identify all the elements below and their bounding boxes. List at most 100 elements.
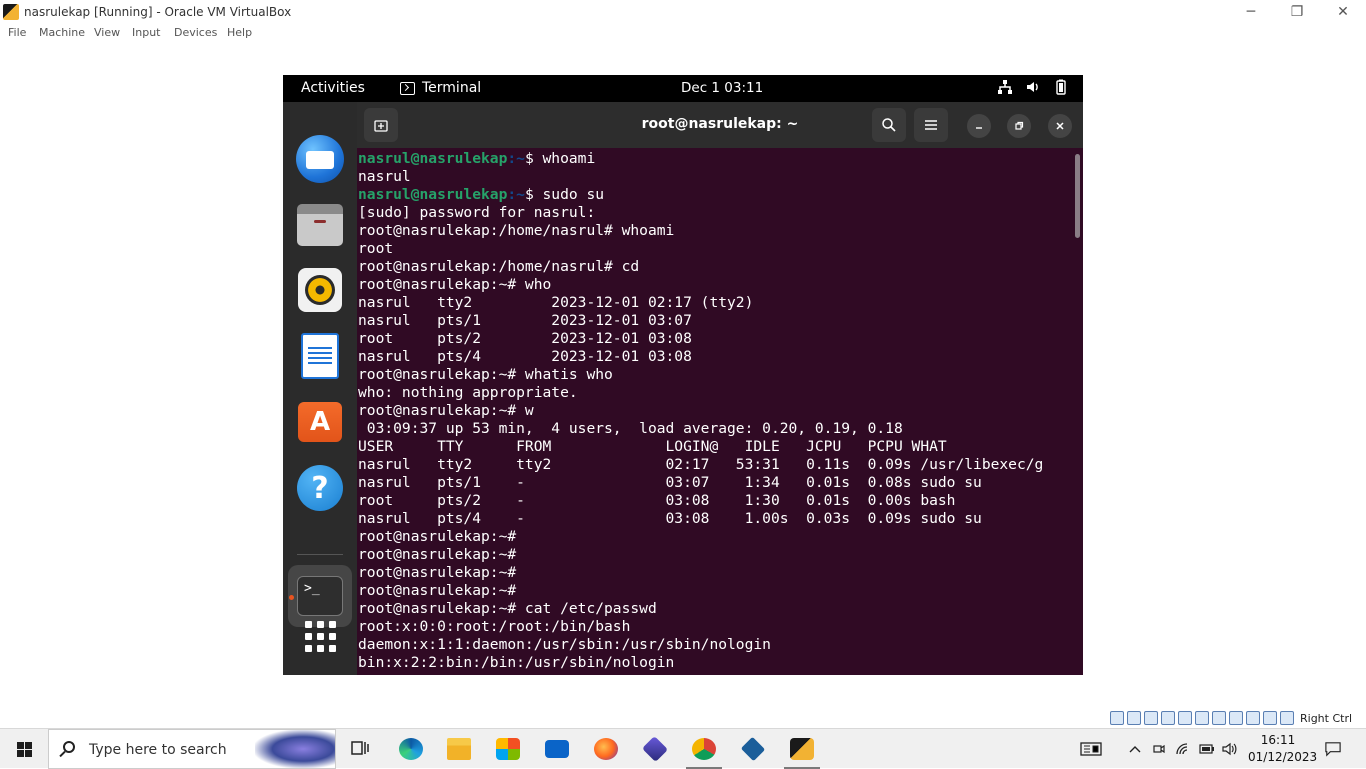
volume-icon[interactable] xyxy=(1222,741,1238,757)
terminal-line: USER TTY FROM LOGIN@ IDLE JCPU PCPU WHAT xyxy=(358,438,947,455)
dock-item-writer[interactable] xyxy=(295,331,345,381)
restore-button[interactable]: ❐ xyxy=(1274,0,1320,24)
news-widget-icon[interactable] xyxy=(1080,741,1102,757)
clock-time: 16:11 xyxy=(1260,733,1296,747)
terminal-line: nasrul tty2 tty2 02:17 53:31 0.11s 0.09s… xyxy=(358,456,1044,473)
dock-item-rhythmbox[interactable] xyxy=(295,265,345,315)
dock-item-thunderbird[interactable] xyxy=(295,134,345,184)
taskbar-clock[interactable]: 16:11 01/12/2023 xyxy=(1248,732,1317,766)
cpu-icon[interactable] xyxy=(1246,711,1260,725)
taskbar-edge[interactable] xyxy=(387,729,435,769)
minimize-icon xyxy=(976,127,982,129)
command-text: $ whoami xyxy=(524,150,596,167)
guest-additions-icon[interactable] xyxy=(1263,711,1277,725)
virtualbox-vm-icon xyxy=(790,738,814,760)
hamburger-icon xyxy=(925,120,937,130)
recording-icon[interactable] xyxy=(1229,711,1243,725)
terminal-line: 03:09:37 up 53 min, 4 users, load averag… xyxy=(358,420,903,437)
battery-icon[interactable] xyxy=(1199,741,1215,757)
prompt-path: :~ xyxy=(507,186,525,203)
terminal-minimize-button[interactable] xyxy=(967,114,991,138)
terminal-line: nasrul xyxy=(358,168,411,185)
menu-help[interactable]: Help xyxy=(227,26,252,39)
clock[interactable]: Dec 1 03:11 xyxy=(681,80,763,96)
prompt-user-host: nasrul@nasrulekap xyxy=(358,186,508,203)
terminal-line: root@nasrulekap:~# xyxy=(358,564,517,581)
terminal-line: root@nasrulekap:~# who xyxy=(358,276,552,293)
show-apps-icon xyxy=(304,620,336,652)
taskbar-file-explorer[interactable] xyxy=(435,729,483,769)
menu-view[interactable]: View xyxy=(94,26,120,39)
minimize-button[interactable]: ─ xyxy=(1228,0,1274,24)
terminal-line: nasrul tty2 2023-12-01 02:17 (tty2) xyxy=(358,294,754,311)
ubuntu-software-icon: A xyxy=(298,402,342,442)
new-tab-icon xyxy=(374,120,388,132)
taskbar-virtualbox-vm[interactable] xyxy=(778,729,826,769)
meet-now-icon[interactable] xyxy=(1151,741,1167,757)
task-view-button[interactable] xyxy=(336,729,384,769)
search-button[interactable] xyxy=(872,108,906,142)
terminal-scrollbar[interactable] xyxy=(1075,154,1080,238)
terminal-icon xyxy=(400,81,415,95)
display-icon[interactable] xyxy=(1212,711,1226,725)
taskbar-virtualbox[interactable] xyxy=(729,729,777,769)
host-key-label[interactable]: Right Ctrl xyxy=(1300,712,1352,725)
battery-icon xyxy=(1053,79,1069,95)
activities-button[interactable]: Activities xyxy=(301,80,365,96)
terminal-line: nasrul pts/4 2023-12-01 03:08 xyxy=(358,348,692,365)
hard-disk-icon[interactable] xyxy=(1110,711,1124,725)
prompt-path: :~ xyxy=(507,150,525,167)
thunderbird-icon xyxy=(296,135,344,183)
terminal-output[interactable]: nasrul@nasrulekap:~$ whoami nasrul nasrul@… xyxy=(358,150,1070,675)
show-hidden-icons-chevron-up-icon[interactable] xyxy=(1127,741,1143,757)
dock-item-software[interactable]: A xyxy=(295,397,345,447)
copilot-icon xyxy=(641,735,669,763)
taskbar-mail[interactable] xyxy=(533,729,581,769)
taskbar-chrome[interactable] xyxy=(680,729,728,769)
menu-machine[interactable]: Machine xyxy=(39,26,85,39)
firefox-icon xyxy=(594,738,618,760)
shared-folders-icon[interactable] xyxy=(1195,711,1209,725)
network-icon[interactable] xyxy=(1161,711,1175,725)
wifi-icon[interactable] xyxy=(1175,741,1191,757)
optical-drive-icon[interactable] xyxy=(1127,711,1141,725)
taskbar-firefox[interactable] xyxy=(582,729,630,769)
taskbar-store[interactable] xyxy=(484,729,532,769)
task-view-icon xyxy=(351,741,369,755)
prompt-user-host: nasrul@nasrulekap xyxy=(358,150,508,167)
guest-screen[interactable]: Activities Terminal Dec 1 03:11 A ? >_ r… xyxy=(283,75,1083,675)
terminal-line: root@nasrulekap:/home/nasrul# cd xyxy=(358,258,640,275)
taskbar-search[interactable]: Type here to search xyxy=(48,729,336,769)
hamburger-menu-button[interactable] xyxy=(914,108,948,142)
terminal-line: [sudo] password for nasrul: xyxy=(358,204,596,221)
terminal-line: nasrul pts/4 - 03:08 1.00s 0.03s 0.09s s… xyxy=(358,510,982,527)
terminal-close-button[interactable] xyxy=(1048,114,1072,138)
close-button[interactable]: ✕ xyxy=(1320,0,1366,24)
gnome-top-bar: Activities Terminal Dec 1 03:11 xyxy=(283,75,1083,102)
app-menu-terminal[interactable]: Terminal xyxy=(400,80,481,96)
new-tab-button[interactable] xyxy=(364,108,398,142)
menu-input[interactable]: Input xyxy=(132,26,160,39)
command-text: $ sudo su xyxy=(524,186,605,203)
terminal-line: nasrul@nasrulekap:~$ whoami xyxy=(358,150,1070,168)
terminal-line: daemon:x:1:1:daemon:/usr/sbin:/usr/sbin/… xyxy=(358,636,771,653)
terminal-line: root@nasrulekap:~# cat /etc/passwd xyxy=(358,600,657,617)
usb-icon[interactable] xyxy=(1178,711,1192,725)
notifications-icon[interactable] xyxy=(1325,741,1341,757)
system-menu[interactable] xyxy=(997,79,1069,95)
start-button[interactable] xyxy=(0,729,48,769)
terminal-window[interactable]: root@nasrulekap: ~ nasrul@nasrulekap:~$ … xyxy=(357,102,1083,675)
dock-item-files[interactable] xyxy=(295,200,345,250)
vm-menubar: File Machine View Input Devices Help xyxy=(0,24,1366,44)
menu-devices[interactable]: Devices xyxy=(174,26,217,39)
mouse-integration-icon[interactable] xyxy=(1280,711,1294,725)
taskbar-copilot[interactable] xyxy=(631,729,679,769)
show-apps-button[interactable] xyxy=(295,611,345,661)
terminal-maximize-button[interactable] xyxy=(1007,114,1031,138)
edge-icon xyxy=(399,738,423,760)
terminal-line: root@nasrulekap:~# xyxy=(358,528,517,545)
audio-icon[interactable] xyxy=(1144,711,1158,725)
menu-file[interactable]: File xyxy=(8,26,26,39)
dock-item-help[interactable]: ? xyxy=(295,463,345,513)
help-icon: ? xyxy=(297,465,343,511)
